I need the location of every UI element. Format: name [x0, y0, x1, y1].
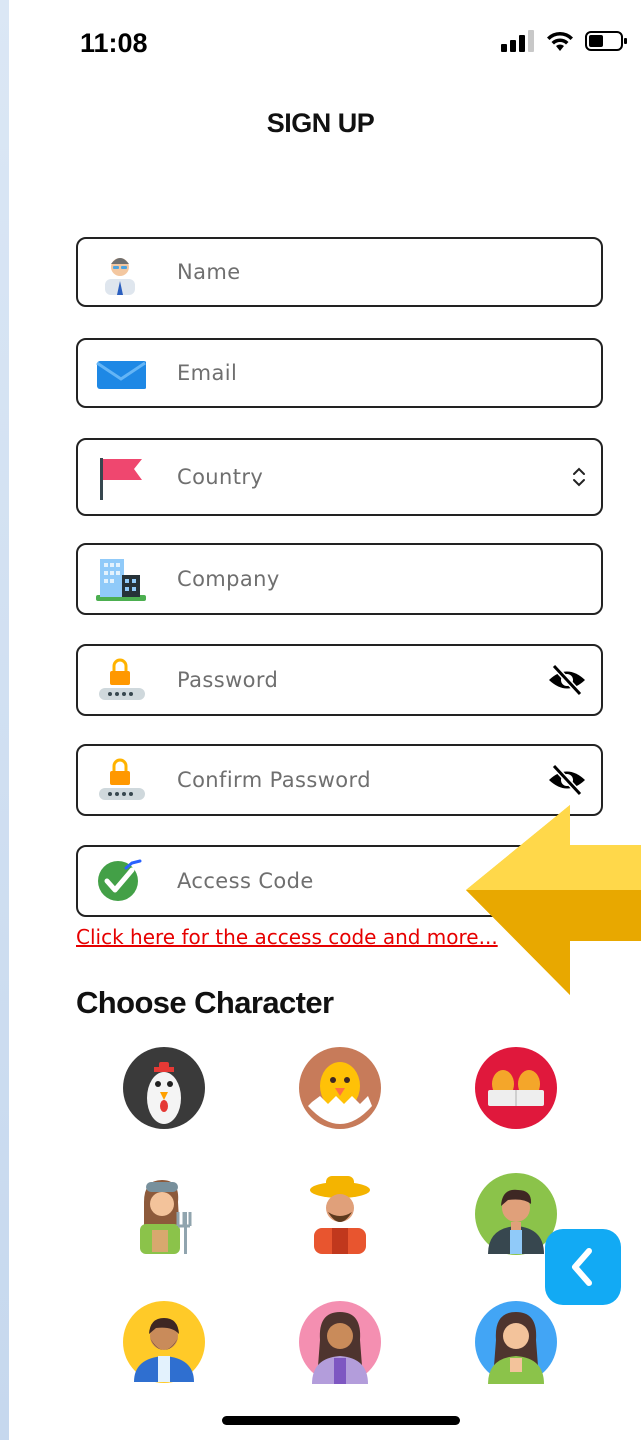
chick-avatar[interactable]	[298, 1046, 382, 1130]
status-icons	[501, 30, 629, 52]
page-title: SIGN UP	[266, 108, 375, 138]
home-indicator	[222, 1416, 460, 1425]
eggs-avatar[interactable]	[474, 1046, 558, 1130]
battery-icon	[585, 31, 627, 51]
eye-slash-icon[interactable]	[547, 763, 587, 797]
company-placeholder: Company	[177, 567, 280, 591]
flag-icon	[100, 458, 142, 500]
email-placeholder: Email	[177, 361, 238, 385]
male-farmer-avatar[interactable]	[298, 1172, 382, 1256]
eye-slash-icon[interactable]	[547, 663, 587, 697]
password-placeholder: Password	[177, 668, 279, 692]
building-icon	[96, 559, 146, 601]
email-field[interactable]: Email	[76, 338, 603, 408]
envelope-icon	[96, 361, 146, 389]
access-code-link[interactable]: Click here for the access code and more.…	[76, 925, 498, 949]
status-bar: 11:08	[0, 0, 641, 90]
country-placeholder: Country	[177, 465, 264, 489]
checkmark-badge-icon	[98, 859, 142, 901]
company-field[interactable]: Company	[76, 543, 603, 615]
name-field[interactable]: Name	[76, 237, 603, 307]
country-select[interactable]: Country	[76, 438, 603, 516]
status-time: 11:08	[80, 28, 148, 58]
back-button[interactable]	[545, 1229, 621, 1305]
cellular-signal-icon	[501, 30, 534, 52]
wifi-icon	[547, 31, 573, 51]
name-placeholder: Name	[177, 260, 241, 284]
left-edge	[0, 0, 9, 1440]
access-code-placeholder: Access Code	[177, 869, 314, 893]
woman-blue-avatar[interactable]	[474, 1300, 558, 1384]
padlock-icon	[99, 758, 145, 800]
updown-chevron-icon	[573, 467, 585, 487]
arrow-pointer-icon	[466, 805, 641, 995]
password-field[interactable]: Password	[76, 644, 603, 716]
female-farmer-avatar[interactable]	[122, 1172, 206, 1256]
user-avatar-icon	[105, 258, 135, 295]
rooster-avatar[interactable]	[122, 1046, 206, 1130]
bearded-man-avatar[interactable]	[122, 1300, 206, 1384]
confirm-password-placeholder: Confirm Password	[177, 768, 371, 792]
chevron-left-icon	[572, 1248, 592, 1286]
padlock-icon	[99, 658, 145, 700]
woman-avatar[interactable]	[298, 1300, 382, 1384]
choose-character-heading: Choose Character	[76, 985, 334, 1020]
